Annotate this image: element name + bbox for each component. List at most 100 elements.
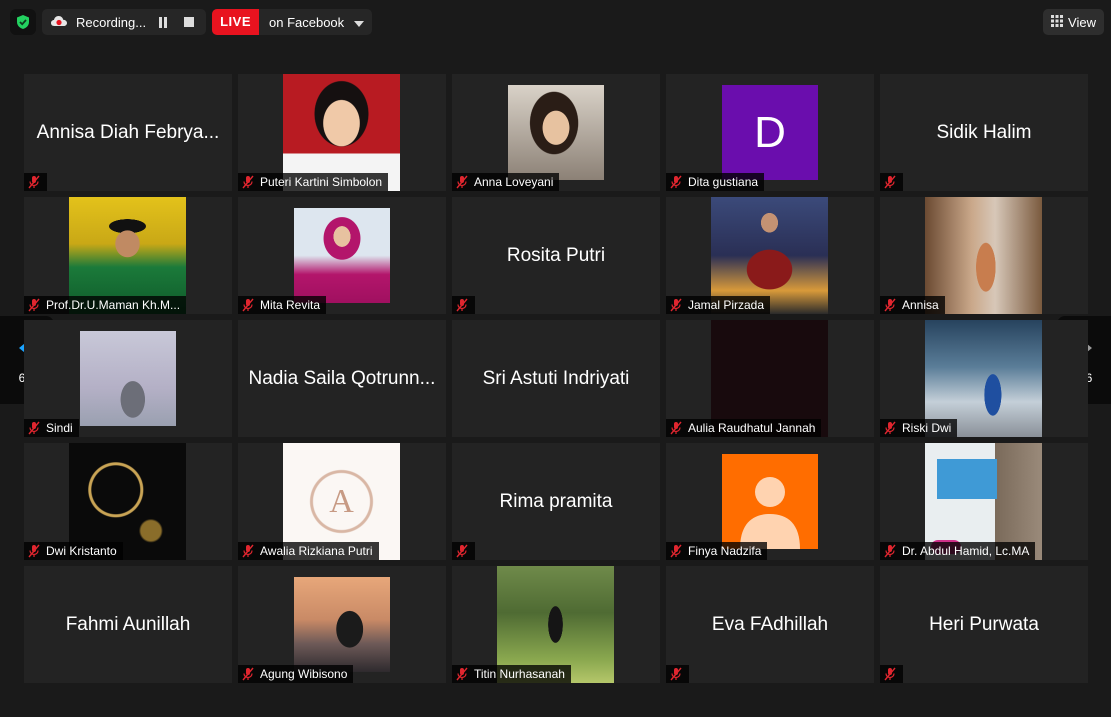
view-button[interactable]: View [1043, 9, 1104, 35]
participant-name-label [880, 173, 903, 191]
participant-name-label: Jamal Pirzada [666, 296, 771, 314]
recording-status: Recording... [42, 9, 207, 35]
muted-mic-icon [670, 421, 682, 435]
muted-mic-icon [670, 667, 682, 681]
participant-name-label: Titin Nurhasanah [452, 665, 571, 683]
muted-mic-icon [456, 544, 468, 558]
chevron-down-icon [354, 15, 365, 30]
muted-mic-icon [670, 544, 682, 558]
participant-video [508, 85, 604, 180]
muted-mic-icon [884, 667, 896, 681]
muted-mic-icon [670, 298, 682, 312]
participant-name-label [880, 665, 903, 683]
participant-tile[interactable]: Annisa [880, 197, 1088, 314]
participant-display-name: Annisa Diah Febrya... [36, 121, 220, 143]
participant-name-label: Dr. Abdul Hamid, Lc.MA [880, 542, 1036, 560]
participant-tile[interactable]: D Dita gustiana [666, 74, 874, 191]
live-stream-button[interactable]: LIVE on Facebook [212, 9, 373, 35]
muted-mic-icon [670, 175, 682, 189]
participant-name-label: Anna Loveyani [452, 173, 560, 191]
participant-name-label: Sindi [24, 419, 79, 437]
participant-tile[interactable]: Sidik Halim [880, 74, 1088, 191]
participant-display-name: Sri Astuti Indriyati [482, 367, 630, 389]
muted-mic-icon [242, 544, 254, 558]
participant-display-name: Rosita Putri [506, 244, 606, 266]
participant-name-label: Awalia Rizkiana Putri [238, 542, 379, 560]
live-target-label: on Facebook [269, 14, 345, 30]
participant-name-label: Puteri Kartini Simbolon [238, 173, 389, 191]
participant-name-label [452, 296, 475, 314]
participant-avatar: D [722, 85, 818, 180]
grid-view-icon [1051, 14, 1064, 30]
participant-tile[interactable]: Titin Nurhasanah [452, 566, 660, 683]
muted-mic-icon [884, 298, 896, 312]
participant-name-label: Agung Wibisono [238, 665, 354, 683]
muted-mic-icon [884, 175, 896, 189]
participant-tile[interactable]: Sri Astuti Indriyati [452, 320, 660, 437]
participant-name-label: Aulia Raudhatul Jannah [666, 419, 822, 437]
muted-mic-icon [456, 667, 468, 681]
stop-recording-button[interactable] [180, 13, 198, 31]
participant-tile[interactable]: Agung Wibisono [238, 566, 446, 683]
participant-avatar [722, 454, 818, 549]
muted-mic-icon [456, 298, 468, 312]
recording-label: Recording... [76, 14, 147, 30]
participant-tile[interactable]: Aulia Raudhatul Jannah [666, 320, 874, 437]
participant-tile[interactable]: Puteri Kartini Simbolon [238, 74, 446, 191]
muted-mic-icon [884, 421, 896, 435]
participant-name-label [24, 173, 47, 191]
participant-tile[interactable]: Dr. Abdul Hamid, Lc.MA [880, 443, 1088, 560]
participant-name-label [666, 665, 689, 683]
view-label: View [1068, 14, 1096, 30]
participant-display-name: Rima pramita [499, 490, 613, 512]
participant-tile[interactable]: Heri Purwata [880, 566, 1088, 683]
participant-name-label: Riski Dwi [880, 419, 958, 437]
muted-mic-icon [242, 667, 254, 681]
participant-name-label: Prof.Dr.U.Maman Kh.M... [24, 296, 187, 314]
participant-tile[interactable]: A Awalia Rizkiana Putri [238, 443, 446, 560]
muted-mic-icon [28, 421, 40, 435]
cloud-record-icon [50, 14, 68, 31]
participant-tile[interactable]: Mita Revita [238, 197, 446, 314]
participant-tile[interactable]: Finya Nadzifa [666, 443, 874, 560]
muted-mic-icon [884, 544, 896, 558]
participant-tile[interactable]: Annisa Diah Febrya... [24, 74, 232, 191]
muted-mic-icon [242, 298, 254, 312]
default-user-icon [740, 477, 800, 549]
participant-tile[interactable]: Rosita Putri [452, 197, 660, 314]
participant-video [80, 331, 176, 426]
muted-mic-icon [456, 175, 468, 189]
participant-name-label: Annisa [880, 296, 945, 314]
participant-video [294, 577, 390, 672]
participant-tile[interactable]: Anna Loveyani [452, 74, 660, 191]
participant-tile[interactable]: Rima pramita [452, 443, 660, 560]
participant-display-name: Eva FAdhillah [711, 613, 829, 635]
participant-display-name: Sidik Halim [936, 121, 1032, 143]
participant-tile[interactable]: Eva FAdhillah [666, 566, 874, 683]
pause-recording-button[interactable] [154, 13, 172, 31]
participant-name-label: Dita gustiana [666, 173, 765, 191]
gallery-grid: Annisa Diah Febrya... Puteri Kartini Sim… [24, 74, 1088, 683]
participant-tile[interactable]: Sindi [24, 320, 232, 437]
participant-tile[interactable]: Riski Dwi [880, 320, 1088, 437]
participant-display-name: Fahmi Aunillah [65, 613, 191, 635]
muted-mic-icon [28, 544, 40, 558]
participant-name-label: Dwi Kristanto [24, 542, 123, 560]
participant-name-label: Mita Revita [238, 296, 327, 314]
security-shield-icon[interactable] [10, 9, 36, 35]
participant-tile[interactable]: Dwi Kristanto [24, 443, 232, 560]
participant-name-label: Finya Nadzifa [666, 542, 768, 560]
participant-tile[interactable]: Nadia Saila Qotrunn... [238, 320, 446, 437]
muted-mic-icon [28, 175, 40, 189]
participant-display-name: Heri Purwata [929, 613, 1039, 635]
participant-tile[interactable]: Prof.Dr.U.Maman Kh.M... [24, 197, 232, 314]
live-badge: LIVE [212, 9, 259, 35]
meeting-toolbar: Recording... LIVE on Facebook [10, 8, 373, 36]
participant-video [294, 208, 390, 303]
muted-mic-icon [242, 175, 254, 189]
participant-tile[interactable]: Jamal Pirzada [666, 197, 874, 314]
participant-name-label [452, 542, 475, 560]
participant-display-name: Nadia Saila Qotrunn... [248, 367, 436, 389]
participant-tile[interactable]: Fahmi Aunillah [24, 566, 232, 683]
muted-mic-icon [28, 298, 40, 312]
